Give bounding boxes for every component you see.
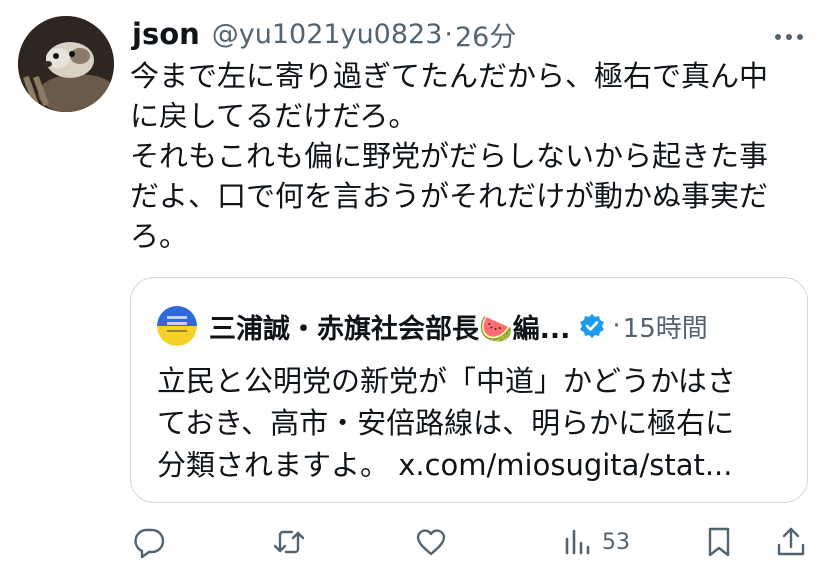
- tweet-text-line: 今まで左に寄り過ぎてたんだから、極右で真ん中: [130, 59, 769, 93]
- quoted-tweet-text: 立民と公明党の新党が「中道」かどうかはさ ておき、高市・安倍路線は、明らかに極右…: [157, 360, 787, 486]
- bookmark-button[interactable]: [702, 520, 736, 564]
- like-icon: [416, 529, 446, 556]
- quoted-text-line: 立民と公明党の新党が「中道」かどうかはさ: [157, 364, 736, 398]
- quoted-author-avatar[interactable]: [157, 306, 197, 346]
- quoted-tweet-card[interactable]: 三浦誠・赤旗社会部長🍉編... · 15時間 立民と公明党の新党が「中道」かどう…: [130, 277, 808, 503]
- author-avatar[interactable]: [18, 16, 114, 112]
- share-button[interactable]: [774, 520, 808, 564]
- more-dots-icon: [775, 34, 803, 40]
- tweet-text-line: それもこれも偏に野党がだらしないから起きた事: [130, 139, 769, 173]
- like-button[interactable]: [414, 520, 448, 564]
- tweet-text: 今まで左に寄り過ぎてたんだから、極右で真ん中 に戻してるだけだろ。 それもこれも…: [130, 56, 810, 256]
- views-icon: [565, 529, 590, 555]
- reply-icon: [134, 528, 165, 559]
- tweet-action-bar: 53: [130, 520, 820, 564]
- quoted-text-line: ておき、高市・安倍路線は、明らかに極右に: [157, 406, 735, 440]
- quoted-text-line: 分類されますよ。 x.com/miosugita/stat...: [157, 448, 733, 482]
- views-count: 53: [602, 529, 630, 555]
- quoted-tweet-timestamp[interactable]: 15時間: [623, 308, 708, 345]
- separator-dot: ·: [444, 18, 453, 50]
- tweet-header: json @yu1021yu0823 · 26分: [132, 14, 516, 54]
- tweet-text-line: だよ、口で何を言おうがそれだけが動かぬ事実だ: [130, 179, 769, 213]
- quoted-tweet-header: 三浦誠・赤旗社会部長🍉編... · 15時間: [157, 306, 708, 346]
- quoted-author-name[interactable]: 三浦誠・赤旗社会部長🍉編...: [209, 307, 570, 346]
- repost-button[interactable]: [272, 520, 306, 564]
- author-handle[interactable]: @yu1021yu0823: [212, 19, 443, 50]
- tweet-timestamp[interactable]: 26分: [455, 15, 516, 54]
- views-button[interactable]: 53: [560, 520, 630, 564]
- verified-badge-icon: [580, 314, 605, 338]
- tweet-text-line: ろ。: [130, 219, 189, 253]
- share-icon: [777, 527, 805, 556]
- reply-button[interactable]: [132, 520, 166, 564]
- repost-icon: [273, 530, 305, 554]
- separator-dot: ·: [612, 311, 621, 341]
- bookmark-icon: [708, 527, 730, 557]
- author-name[interactable]: json: [132, 17, 200, 51]
- more-options-button[interactable]: [772, 20, 806, 54]
- tweet-text-line: に戻してるだけだろ。: [130, 99, 418, 133]
